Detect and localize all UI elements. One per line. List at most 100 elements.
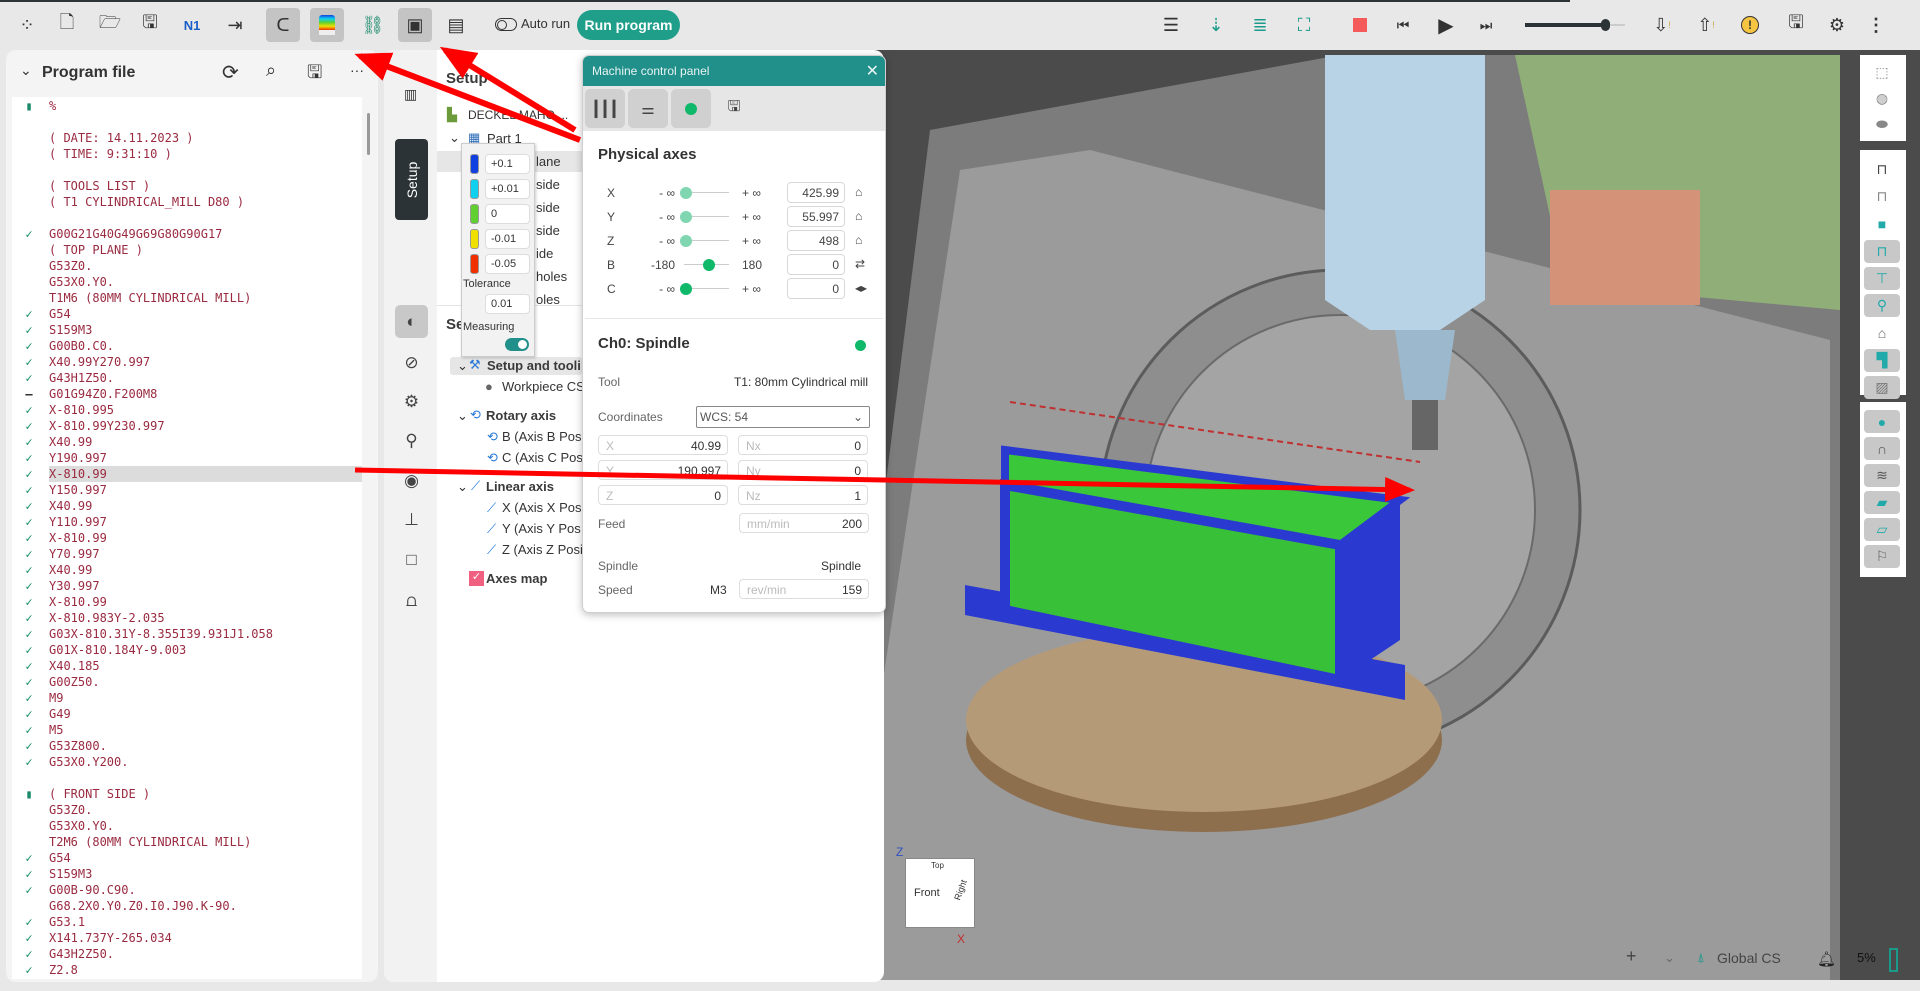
setup-tooling-item[interactable]: Setup and tooli bbox=[487, 358, 581, 373]
code-line[interactable]: ✓ G00B-90.C90. bbox=[12, 882, 362, 898]
panel-header[interactable]: Machine control panel ✕ bbox=[583, 56, 885, 86]
axis-slider-handle[interactable] bbox=[680, 187, 692, 199]
code-line[interactable]: ✓ M9 bbox=[12, 690, 362, 706]
color-swatch[interactable] bbox=[470, 254, 479, 274]
surface-teal-icon[interactable]: ▰ bbox=[1864, 491, 1900, 514]
gauge-icon[interactable]: ◉ bbox=[395, 464, 428, 497]
speed-slider-handle[interactable] bbox=[1601, 19, 1610, 31]
machine-teal-icon[interactable]: ▜ bbox=[1864, 349, 1900, 372]
surface-outline-icon[interactable]: ▱ bbox=[1864, 518, 1900, 541]
stock-icon[interactable]: □ bbox=[395, 543, 428, 576]
setup-tab[interactable]: Setup bbox=[395, 139, 428, 220]
code-line[interactable] bbox=[12, 162, 362, 178]
code-line[interactable]: ✓ S159M3 bbox=[12, 866, 362, 882]
save-icon[interactable]: 🖫 bbox=[133, 8, 167, 42]
bell-icon[interactable]: 🔔︎ bbox=[1817, 950, 1836, 968]
code-line[interactable]: ✓ G54 bbox=[12, 306, 362, 322]
code-line[interactable]: ▮% bbox=[12, 98, 362, 114]
3d-viewport[interactable]: Front Right Top Z X bbox=[860, 50, 1920, 980]
code-line[interactable]: ( TOOLS LIST ) bbox=[12, 178, 362, 194]
axis-value-input[interactable]: 425.99 bbox=[787, 182, 845, 203]
axis-value-input[interactable]: 498 bbox=[787, 230, 845, 251]
import-icon[interactable]: ⇥ bbox=[218, 8, 252, 42]
code-line[interactable] bbox=[12, 114, 362, 130]
code-line[interactable]: ✓ X40.99 bbox=[12, 498, 362, 514]
operation-item[interactable]: lane bbox=[536, 154, 561, 169]
speed-slider[interactable] bbox=[1525, 19, 1625, 31]
code-line[interactable]: ✓ X40.185 bbox=[12, 658, 362, 674]
part-chevron-icon[interactable]: ⌄ bbox=[449, 130, 460, 146]
code-line[interactable]: ✓ Y70.997 bbox=[12, 546, 362, 562]
color-swatch[interactable] bbox=[470, 179, 479, 199]
code-line[interactable]: G53X0.Y0. bbox=[12, 274, 362, 290]
view-cube[interactable]: Front Right Top bbox=[905, 858, 975, 928]
fixture-outline-icon[interactable]: ⊓ bbox=[1864, 158, 1900, 181]
code-line[interactable]: ✓ G00G21G40G49G69G80G90G17 bbox=[12, 226, 362, 242]
tolerance-gradient-icon[interactable] bbox=[310, 8, 344, 42]
code-line[interactable]: ✓ Y30.997 bbox=[12, 578, 362, 594]
numbering-icon[interactable]: N1 bbox=[175, 8, 209, 42]
linear-axis-item[interactable]: Linear axis bbox=[486, 479, 554, 494]
chevron-icon[interactable]: ⌄ bbox=[457, 358, 468, 374]
machine-icon[interactable]: ⌂ bbox=[1864, 321, 1900, 344]
code-line[interactable] bbox=[12, 210, 362, 226]
axis-c-item[interactable]: C (Axis C Pos bbox=[502, 450, 583, 465]
code-line[interactable]: ✓ G00B0.C0. bbox=[12, 338, 362, 354]
view-cube-right[interactable]: Right bbox=[952, 878, 969, 901]
code-line[interactable]: ✓ X40.99 bbox=[12, 562, 362, 578]
clamp-icon[interactable]: ⩍ bbox=[395, 584, 428, 617]
reload-icon[interactable]: ⟳ bbox=[222, 60, 239, 85]
code-line[interactable]: ✓ G01X-810.184Y-9.003 bbox=[12, 642, 362, 658]
axis-z-item[interactable]: Z (Axis Z Posi bbox=[502, 542, 583, 557]
code-line[interactable]: ✓ M5 bbox=[12, 722, 362, 738]
z-field[interactable]: Z0 bbox=[598, 485, 728, 505]
coordinates-select[interactable]: WCS: 54 ⌄ bbox=[696, 406, 870, 428]
code-line[interactable]: ✓ Y110.997 bbox=[12, 514, 362, 530]
code-line[interactable]: ✓ G43H2Z50. bbox=[12, 946, 362, 962]
swap-icon[interactable]: ⇄ bbox=[855, 257, 865, 271]
down-warning-icon[interactable]: ⇩! bbox=[1645, 8, 1679, 42]
fixture-icon[interactable]: ⊥ bbox=[395, 503, 428, 536]
rotary-axis-item[interactable]: Rotary axis bbox=[486, 408, 556, 423]
sliders-icon[interactable]: ⚌ bbox=[628, 89, 668, 128]
operation-item[interactable]: holes bbox=[536, 269, 567, 284]
collapse-chevron-icon[interactable]: ⌄ bbox=[20, 62, 32, 79]
axis-slider-handle[interactable] bbox=[702, 259, 715, 271]
axes-map-item[interactable]: Axes map bbox=[486, 571, 547, 586]
x-field[interactable]: X 40.99 bbox=[598, 435, 728, 455]
up-warning-icon[interactable]: ⇧! bbox=[1689, 8, 1723, 42]
tolerance-level-input[interactable]: -0.05 bbox=[485, 254, 530, 274]
compass-icon[interactable]: ⊘ bbox=[395, 346, 428, 379]
home-icon[interactable]: ⌂ bbox=[855, 209, 862, 223]
search-icon[interactable]: ⌕ bbox=[266, 60, 276, 81]
code-line[interactable]: ( TOP PLANE ) bbox=[12, 242, 362, 258]
code-editor[interactable]: ▮% ( DATE: 14.11.2023 ) ( TIME: 9:31:10 ) (… bbox=[12, 97, 362, 979]
code-line[interactable]: ✓ G49 bbox=[12, 706, 362, 722]
run-program-button[interactable]: Run program bbox=[577, 10, 680, 40]
close-icon[interactable]: ✕ bbox=[866, 61, 879, 81]
home-icon[interactable]: ⌂ bbox=[855, 233, 862, 247]
operation-item[interactable]: side bbox=[536, 177, 560, 192]
code-line[interactable]: T2M6 (80MM CYLINDRICAL MILL) bbox=[12, 834, 362, 850]
axis-value-input[interactable]: 0 bbox=[787, 278, 845, 299]
code-line[interactable]: G68.2X0.Y0.Z0.I0.J90.K-90. bbox=[12, 898, 362, 914]
nx-field[interactable]: Nx 0 bbox=[738, 435, 868, 455]
open-folder-icon[interactable]: 🗁 bbox=[93, 8, 127, 42]
operation-item[interactable]: side bbox=[536, 223, 560, 238]
tolerance-level-input[interactable]: +0.01 bbox=[485, 179, 530, 199]
color-swatch[interactable] bbox=[470, 204, 479, 224]
toolpath-icon[interactable]: ∩ bbox=[1864, 437, 1900, 460]
arrows-left-right-icon[interactable]: ◂▸ bbox=[855, 281, 867, 295]
gear-icon[interactable]: ⚙ bbox=[1820, 8, 1854, 42]
home-icon[interactable]: ⌂ bbox=[855, 185, 862, 199]
zoom-box-icon[interactable]: ⬚ bbox=[1864, 61, 1900, 84]
ny-field[interactable]: Ny 0 bbox=[738, 460, 868, 480]
chevron-icon[interactable]: ⌄ bbox=[457, 408, 468, 424]
code-line[interactable]: ✓ G00Z50. bbox=[12, 674, 362, 690]
magnet-probe-icon[interactable]: ᑕ bbox=[266, 8, 300, 42]
code-line[interactable]: ✓ X-810.995 bbox=[12, 402, 362, 418]
list-down-icon[interactable]: ⇣ bbox=[1199, 8, 1233, 42]
stop-icon[interactable] bbox=[1343, 8, 1377, 42]
code-line[interactable]: — G01G94Z0.F200M8 bbox=[12, 386, 362, 402]
warning-icon[interactable]: ! bbox=[1733, 8, 1767, 42]
